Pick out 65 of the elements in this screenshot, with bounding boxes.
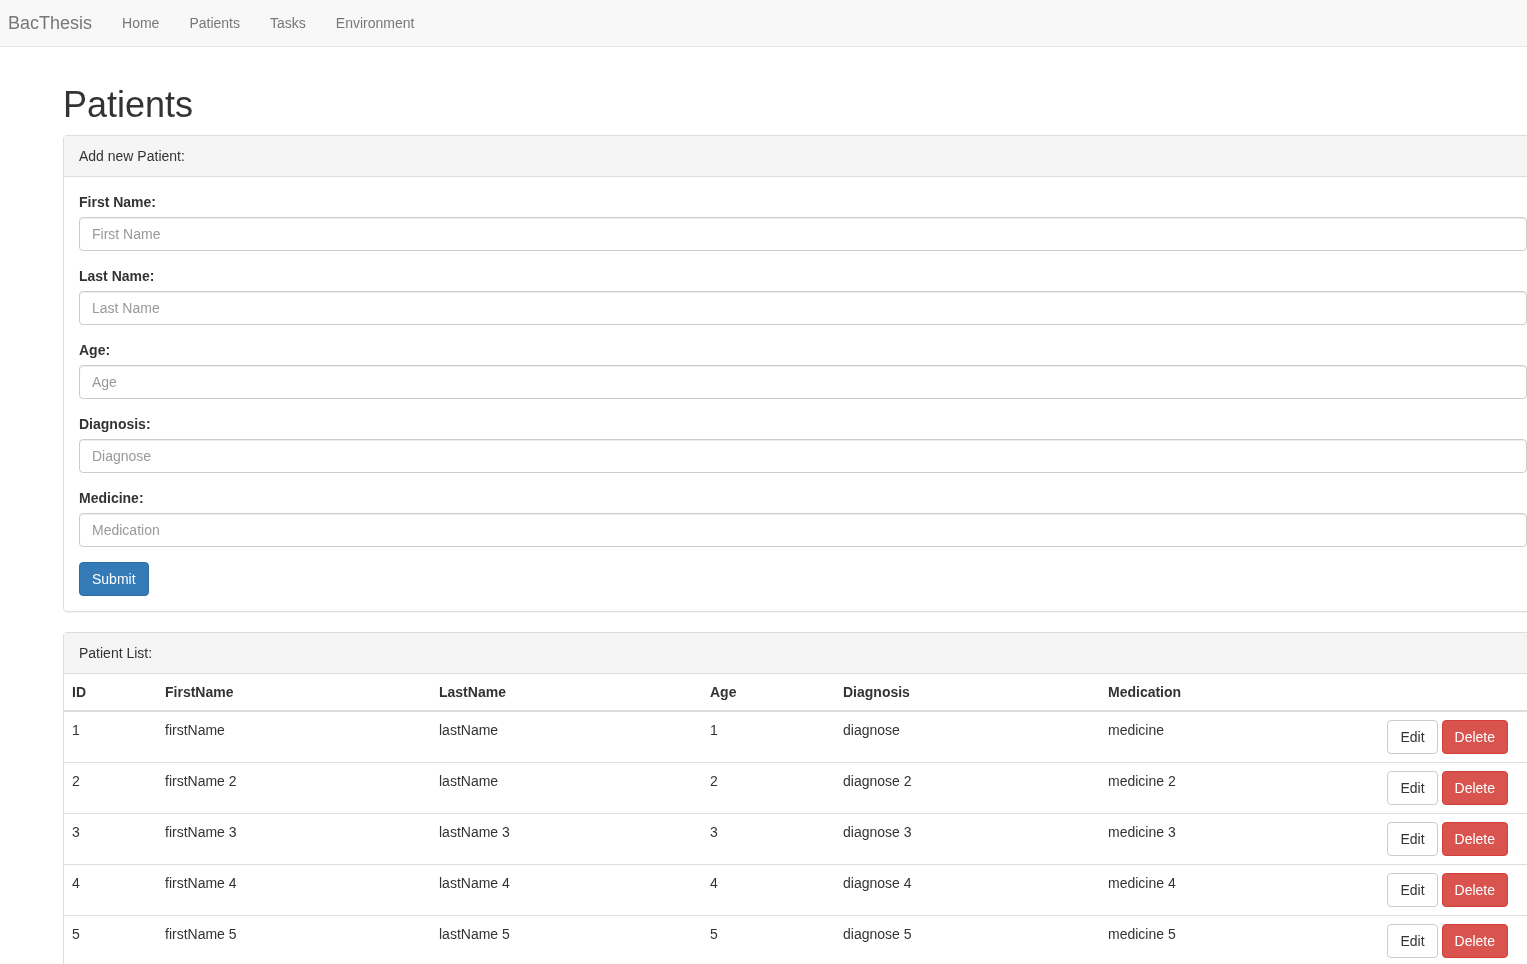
field-label: Last Name: (79, 267, 156, 286)
table-cell: 3 (64, 813, 157, 865)
panel-heading: Add new Patient: (64, 136, 1527, 177)
table-cell: 4 (64, 864, 157, 916)
delete-button[interactable]: Delete (1441, 873, 1508, 907)
column-header: ID (64, 674, 157, 711)
field-label: First Name: (79, 193, 158, 212)
table-cell: diagnose 4 (835, 864, 1100, 916)
input-field[interactable]: Medication (79, 513, 1527, 547)
nav-link[interactable]: Tasks (255, 13, 321, 33)
table-cell: medicine 2 (1100, 762, 1300, 814)
table-cell: lastName (431, 762, 702, 814)
edit-button[interactable]: Edit (1387, 822, 1438, 856)
nav-link[interactable]: Home (107, 13, 175, 33)
table-cell: diagnose (835, 711, 1100, 763)
edit-button[interactable]: Edit (1387, 924, 1438, 958)
column-header: Diagnosis (835, 674, 1100, 711)
input-field[interactable]: First Name (79, 217, 1527, 251)
table-cell: lastName (431, 711, 702, 763)
input-field[interactable]: Last Name (79, 291, 1527, 325)
table-cell: 1 (64, 711, 157, 763)
table-cell: lastName 4 (431, 864, 702, 916)
table-cell: medicine 3 (1100, 813, 1300, 865)
edit-button[interactable]: Edit (1387, 720, 1438, 754)
delete-button[interactable]: Delete (1441, 924, 1508, 958)
submit-button[interactable]: Submit (79, 562, 149, 596)
table-cell: diagnose 2 (835, 762, 1100, 814)
table-cell: lastName 3 (431, 813, 702, 865)
table-cell: 5 (64, 915, 157, 964)
table-cell: firstName (157, 711, 431, 763)
table-cell: firstName 4 (157, 864, 431, 916)
delete-button[interactable]: Delete (1441, 771, 1508, 805)
field-label: Medicine: (79, 489, 145, 508)
input-field[interactable]: Diagnose (79, 439, 1527, 473)
table-cell: 4 (702, 864, 835, 916)
page-title: Patients (63, 85, 195, 125)
column-header: Medication (1100, 674, 1300, 711)
delete-button[interactable]: Delete (1441, 720, 1508, 754)
table-cell: firstName 5 (157, 915, 431, 964)
column-header: LastName (431, 674, 702, 711)
brand-link[interactable]: BacThesis (0, 12, 108, 34)
table-cell: 5 (702, 915, 835, 964)
table-cell: firstName 3 (157, 813, 431, 865)
column-header: Age (702, 674, 835, 711)
table-cell: medicine (1100, 711, 1300, 763)
table-cell: lastName 5 (431, 915, 702, 964)
table-cell: diagnose 3 (835, 813, 1100, 865)
table-cell: medicine 4 (1100, 864, 1300, 916)
table-cell: diagnose 5 (835, 915, 1100, 964)
table-cell: 2 (702, 762, 835, 814)
table-cell: firstName 2 (157, 762, 431, 814)
table-cell: 1 (702, 711, 835, 763)
field-label: Diagnosis: (79, 415, 152, 434)
delete-button[interactable]: Delete (1441, 822, 1508, 856)
edit-button[interactable]: Edit (1387, 771, 1438, 805)
table-cell: medicine 5 (1100, 915, 1300, 964)
table-cell: 2 (64, 762, 157, 814)
table-cell: 3 (702, 813, 835, 865)
nav-link[interactable]: Patients (174, 13, 255, 33)
column-header: FirstName (157, 674, 431, 711)
edit-button[interactable]: Edit (1387, 873, 1438, 907)
nav-link[interactable]: Environment (320, 13, 430, 33)
input-field[interactable]: Age (79, 365, 1527, 399)
field-label: Age: (79, 341, 112, 360)
panel-heading: Patient List: (64, 633, 1527, 674)
